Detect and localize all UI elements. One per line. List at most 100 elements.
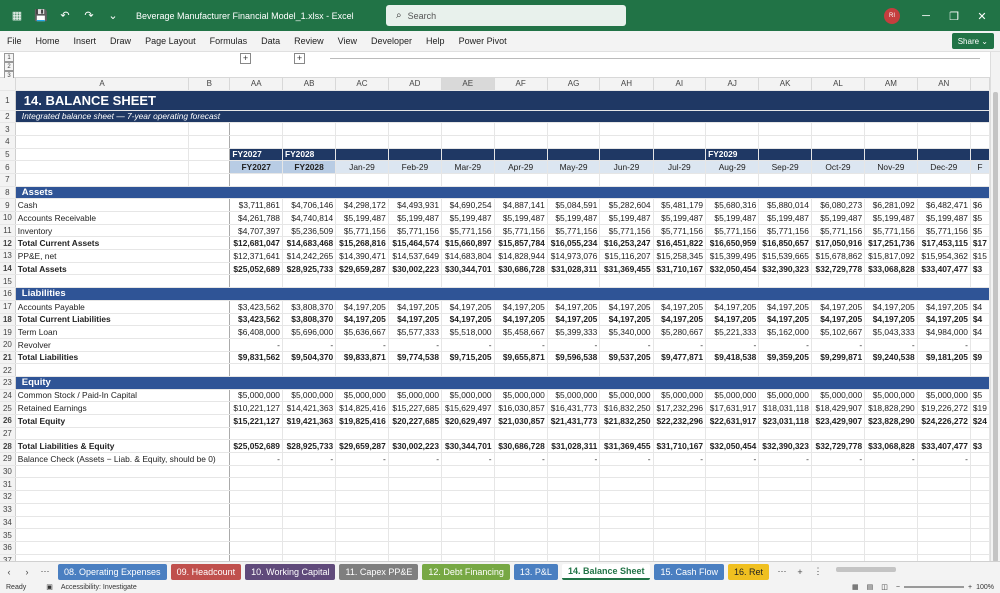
value-cell[interactable]	[917, 541, 971, 555]
row-label[interactable]	[15, 363, 231, 377]
value-cell[interactable]: $9,477,871	[653, 351, 707, 365]
value-cell[interactable]: -	[917, 452, 971, 466]
value-cell[interactable]: -	[388, 452, 442, 466]
cell[interactable]	[599, 135, 654, 149]
row-header[interactable]: 36	[0, 541, 16, 555]
value-cell[interactable]	[970, 363, 990, 377]
value-cell[interactable]: $5,696,000	[282, 325, 337, 339]
sheet-tab[interactable]: 08. Operating Expenses	[58, 563, 167, 580]
value-cell[interactable]: $28,925,733	[282, 262, 337, 276]
value-cell[interactable]: $19	[970, 401, 990, 415]
value-cell[interactable]: $4,197,205	[547, 300, 601, 314]
row-header[interactable]: 28	[0, 439, 16, 454]
cell[interactable]	[970, 173, 990, 187]
value-cell[interactable]: $5,771,156	[388, 224, 442, 238]
fiscal-year-header[interactable]	[917, 148, 971, 162]
value-cell[interactable]: $4,197,205	[547, 313, 601, 327]
fiscal-year-header[interactable]: FY2028	[282, 148, 337, 162]
value-cell[interactable]: $6,080,273	[811, 198, 866, 212]
sheet-tab[interactable]: 11. Capex PP&E	[339, 563, 419, 580]
value-cell[interactable]	[494, 503, 548, 517]
value-cell[interactable]: -	[599, 338, 654, 352]
value-cell[interactable]: $5,199,487	[811, 211, 866, 225]
value-cell[interactable]: $15,227,685	[388, 401, 442, 415]
row-header[interactable]: 14	[0, 262, 16, 276]
redo-icon[interactable]: ↷	[82, 9, 96, 23]
value-cell[interactable]: $5	[970, 224, 990, 238]
cell[interactable]	[388, 173, 442, 187]
value-cell[interactable]: $5,000,000	[758, 389, 812, 403]
value-cell[interactable]	[970, 554, 990, 561]
value-cell[interactable]: $4,197,205	[811, 313, 866, 327]
fiscal-year-header[interactable]	[494, 148, 548, 162]
macro-icon[interactable]: ▣	[46, 583, 53, 591]
row-header[interactable]: 2	[0, 110, 16, 124]
value-cell[interactable]	[653, 465, 707, 479]
value-cell[interactable]	[494, 274, 548, 289]
value-cell[interactable]	[864, 274, 918, 289]
column-header[interactable]: AC	[335, 78, 389, 91]
save-icon[interactable]: 💾	[34, 9, 48, 23]
row-header[interactable]: 27	[0, 427, 16, 441]
value-cell[interactable]	[811, 541, 866, 555]
fiscal-year-header[interactable]: FY2027	[229, 148, 283, 162]
value-cell[interactable]	[705, 427, 760, 441]
value-cell[interactable]	[335, 477, 389, 492]
value-cell[interactable]: $16,431,773	[547, 401, 601, 415]
value-cell[interactable]	[229, 363, 283, 377]
value-cell[interactable]	[705, 465, 760, 479]
value-cell[interactable]	[441, 477, 495, 492]
column-header[interactable]: AJ	[705, 78, 760, 91]
value-cell[interactable]: $5,880,014	[758, 198, 812, 212]
value-cell[interactable]	[811, 427, 866, 441]
cell[interactable]	[15, 173, 190, 187]
value-cell[interactable]: $5,771,156	[811, 224, 866, 238]
value-cell[interactable]: $20,629,497	[441, 414, 495, 428]
value-cell[interactable]: $5,771,156	[335, 224, 389, 238]
value-cell[interactable]	[653, 490, 707, 504]
value-cell[interactable]	[970, 503, 990, 517]
value-cell[interactable]	[970, 465, 990, 479]
cell[interactable]	[335, 122, 389, 136]
value-cell[interactable]	[864, 554, 918, 561]
menu-item-help[interactable]: Help	[419, 36, 452, 46]
value-cell[interactable]: $9,299,871	[811, 351, 866, 365]
cell[interactable]	[811, 173, 866, 187]
value-cell[interactable]	[494, 490, 548, 504]
value-cell[interactable]: $17	[970, 236, 990, 251]
column-header[interactable]: AF	[494, 78, 548, 91]
row-header[interactable]: 13	[0, 249, 16, 263]
value-cell[interactable]	[282, 477, 337, 492]
value-cell[interactable]	[335, 503, 389, 517]
value-cell[interactable]: $5,199,487	[547, 211, 601, 225]
value-cell[interactable]: $5,340,000	[599, 325, 654, 339]
value-cell[interactable]: $30,344,701	[441, 262, 495, 276]
period-header[interactable]: Jan-29	[335, 160, 389, 174]
row-label[interactable]: Accounts Receivable	[15, 211, 231, 225]
value-cell[interactable]: $9,240,538	[864, 351, 918, 365]
value-cell[interactable]	[388, 528, 442, 542]
fiscal-year-header[interactable]	[653, 148, 707, 162]
value-cell[interactable]: $30,344,701	[441, 439, 495, 454]
value-cell[interactable]: $12,371,641	[229, 249, 283, 263]
value-cell[interactable]: $5	[970, 389, 990, 403]
period-header[interactable]: Jul-29	[653, 160, 707, 174]
value-cell[interactable]	[441, 503, 495, 517]
column-header[interactable]: AK	[758, 78, 812, 91]
value-cell[interactable]: $9,359,205	[758, 351, 812, 365]
fiscal-year-header[interactable]: FY2029	[705, 148, 760, 162]
value-cell[interactable]: $12,681,047	[229, 236, 283, 251]
cell[interactable]	[494, 122, 548, 136]
period-header[interactable]: Dec-29	[917, 160, 971, 174]
value-cell[interactable]	[705, 554, 760, 561]
cell[interactable]	[494, 173, 548, 187]
value-cell[interactable]: $5,000,000	[599, 389, 654, 403]
value-cell[interactable]: $6	[970, 198, 990, 212]
value-cell[interactable]	[758, 528, 812, 542]
value-cell[interactable]: $15,268,816	[335, 236, 389, 251]
value-cell[interactable]: $5,199,487	[653, 211, 707, 225]
value-cell[interactable]: $4,887,141	[494, 198, 548, 212]
value-cell[interactable]: -	[335, 452, 389, 466]
value-cell[interactable]: -	[229, 452, 283, 466]
column-header[interactable]: B	[188, 78, 231, 91]
